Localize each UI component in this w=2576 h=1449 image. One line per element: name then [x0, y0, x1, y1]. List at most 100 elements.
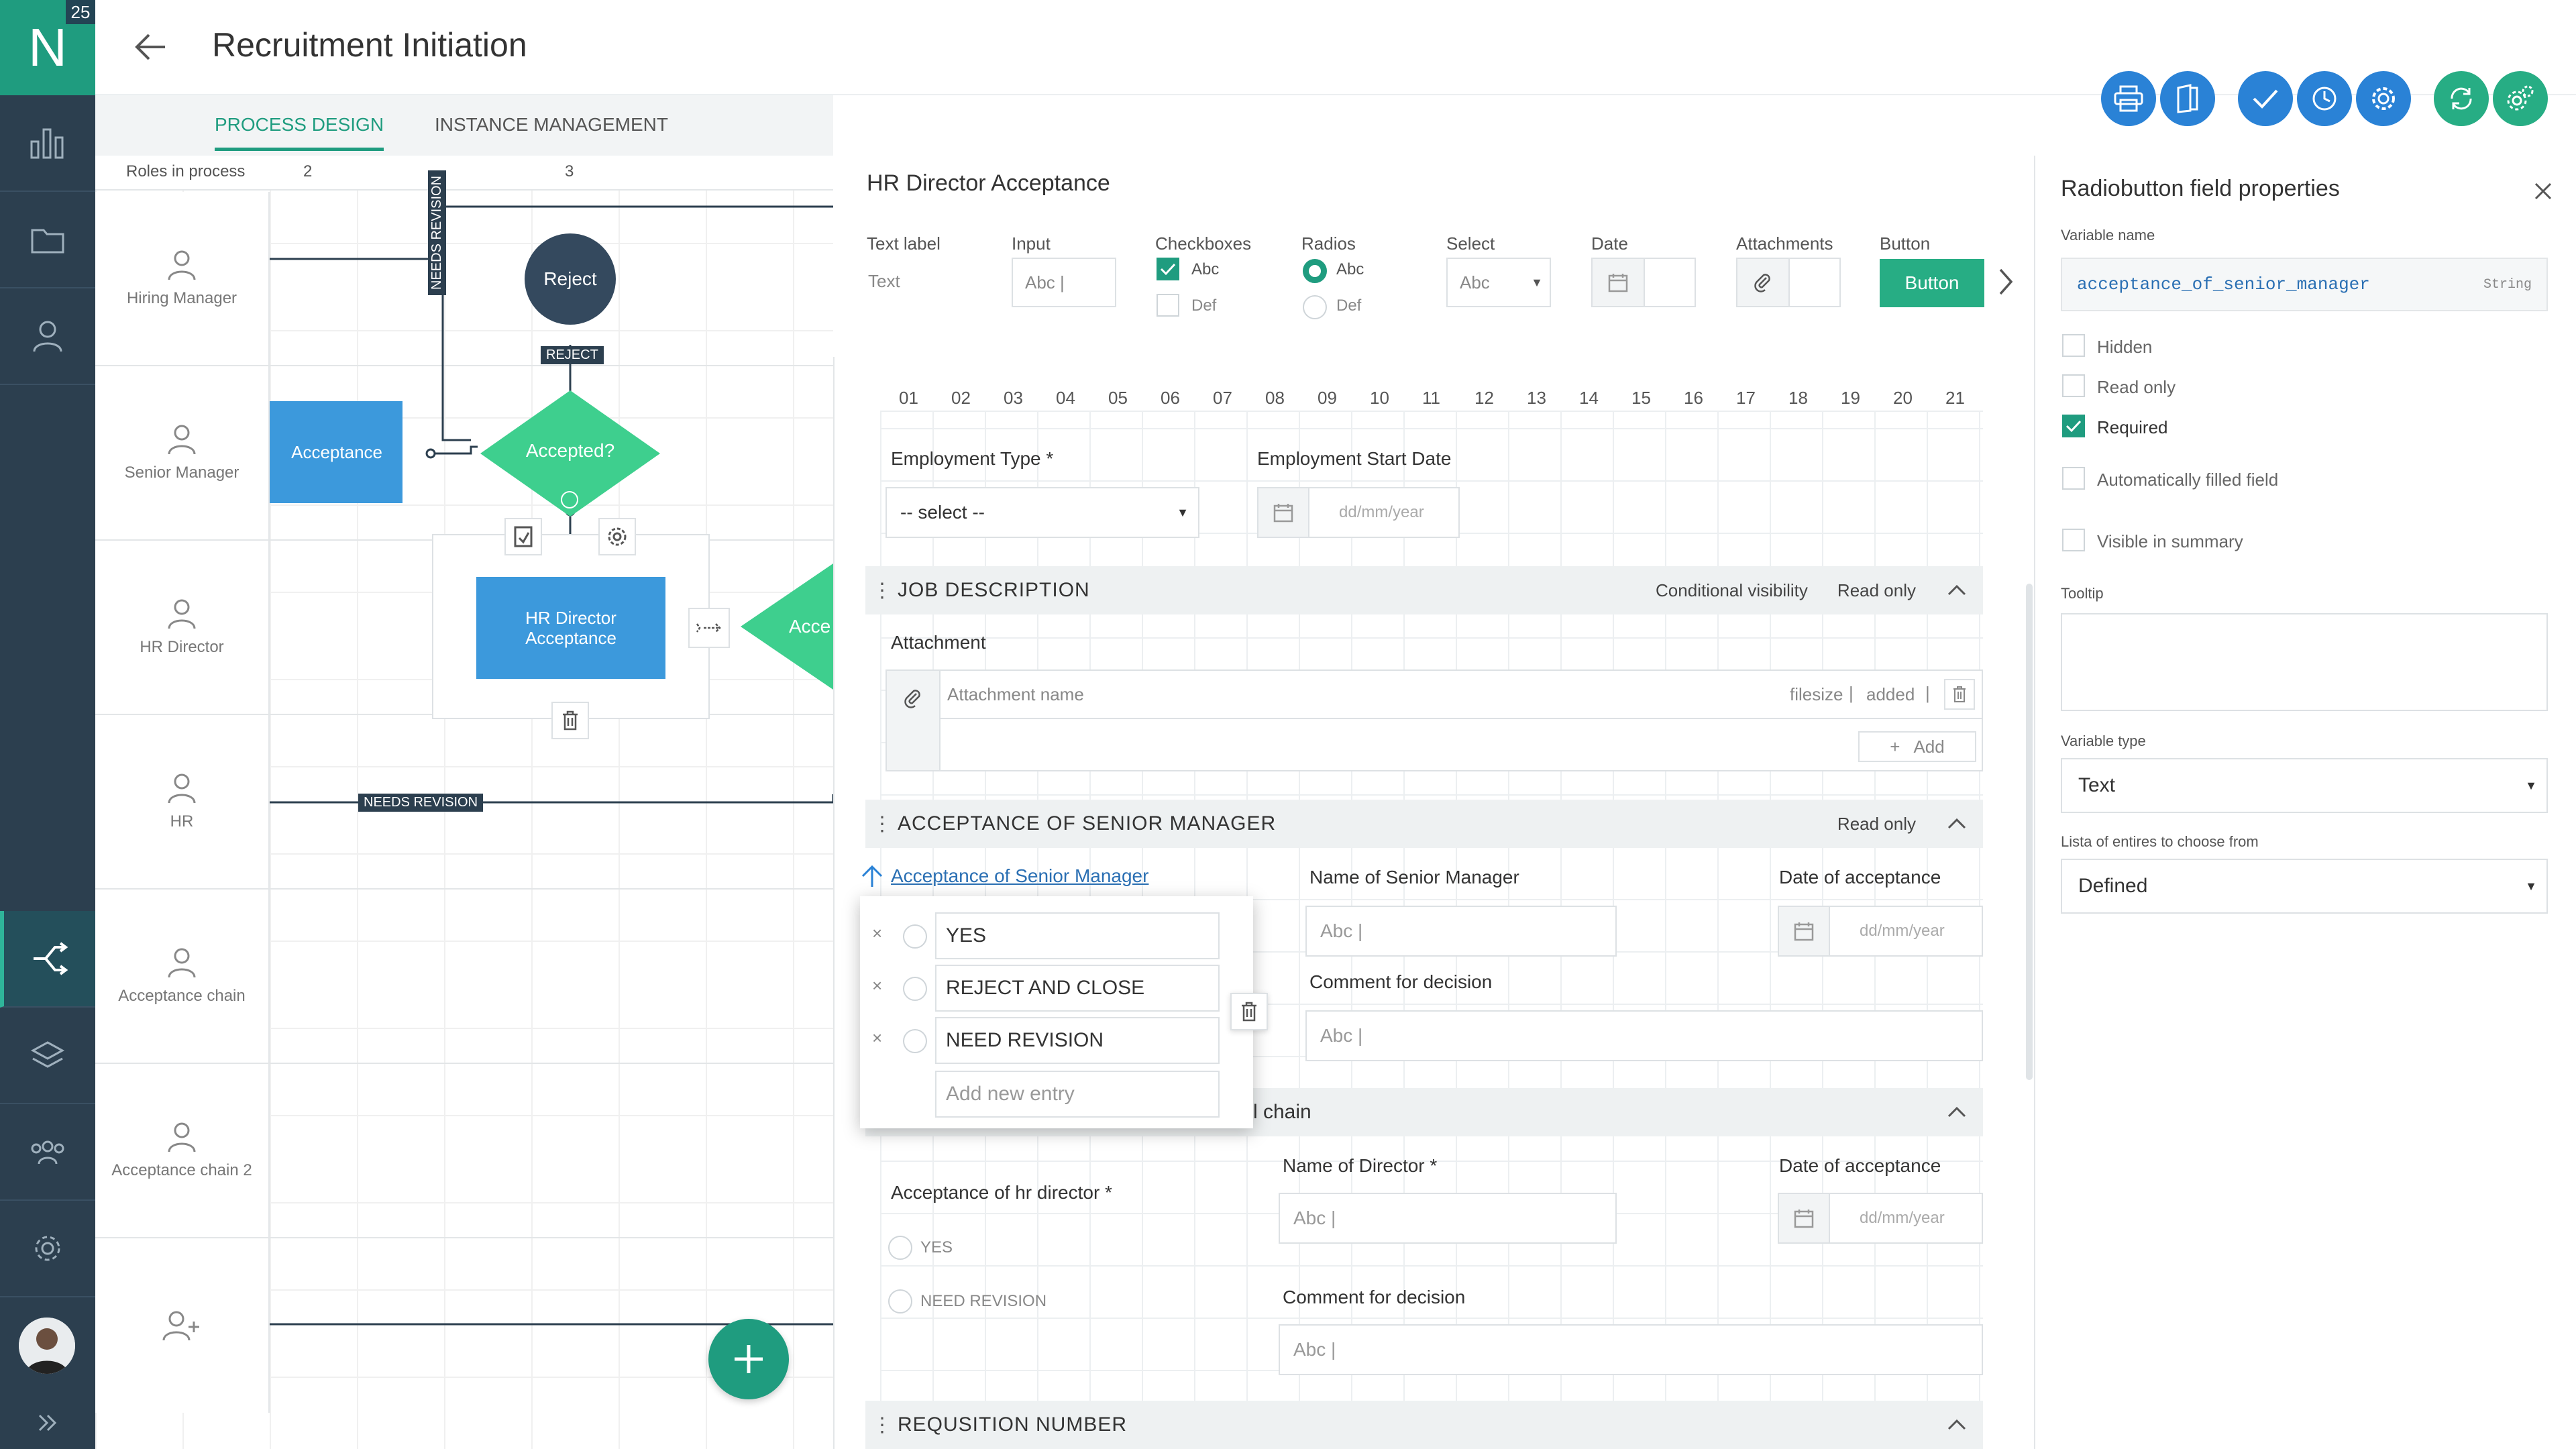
attachment-field[interactable]: Attachment name filesize | added | + Add	[885, 669, 1983, 771]
lane-hiring-manager[interactable]: Hiring Manager	[95, 192, 270, 366]
palette-button[interactable]: Button	[1880, 259, 1984, 307]
remove-option-yes[interactable]: ×	[872, 923, 882, 944]
section-job-description[interactable]: ⋮ JOB DESCRIPTION Conditional visibility…	[865, 566, 1983, 614]
field-anchor-icon[interactable]	[860, 864, 884, 888]
lane-hr[interactable]: HR	[95, 715, 270, 890]
collapse-button[interactable]	[1947, 818, 1967, 830]
drag-handle-icon[interactable]: ⋮	[872, 1413, 892, 1437]
nav-reports[interactable]	[0, 95, 95, 192]
form-scrollbar[interactable]	[2026, 584, 2033, 1080]
remove-option-reject[interactable]: ×	[872, 975, 882, 996]
add-lane-button[interactable]	[95, 1238, 270, 1413]
tooltip-textarea[interactable]	[2061, 613, 2548, 711]
history-button[interactable]	[2297, 71, 2352, 126]
option-radio[interactable]	[903, 1029, 927, 1053]
nav-expand[interactable]	[0, 1397, 95, 1449]
lane-acceptance-chain-2[interactable]: Acceptance chain 2	[95, 1064, 270, 1238]
required-checkbox[interactable]	[2062, 415, 2085, 437]
palette-text-label[interactable]: Text	[868, 271, 900, 292]
palette-date[interactable]	[1591, 258, 1696, 307]
document-button[interactable]	[2160, 71, 2215, 126]
acceptance-senior-field-label[interactable]: Acceptance of Senior Manager	[891, 865, 1148, 887]
nav-layers[interactable]	[0, 1008, 95, 1104]
palette-radio[interactable]	[1303, 295, 1327, 319]
validate-button[interactable]	[2238, 71, 2293, 126]
delete-node-button[interactable]	[551, 702, 589, 739]
lane-acceptance-chain[interactable]: Acceptance chain	[95, 890, 270, 1064]
back-button[interactable]	[134, 32, 168, 62]
reject-node[interactable]: Reject	[525, 233, 616, 325]
hr-director-acceptance-node[interactable]: HR Director Acceptance	[476, 577, 665, 679]
edit-form-button[interactable]	[504, 518, 542, 555]
column-number: 20	[1893, 388, 1913, 408]
add-new-entry-input[interactable]: Add new entry	[935, 1071, 1220, 1118]
node-settings-button[interactable]	[598, 518, 636, 555]
settings-button[interactable]	[2356, 71, 2411, 126]
tab-process-design[interactable]: PROCESS DESIGN	[215, 114, 384, 151]
process-settings-button[interactable]	[2493, 71, 2548, 126]
palette-radio-selected[interactable]	[1303, 259, 1327, 283]
collapse-button[interactable]	[1947, 1106, 1967, 1118]
drag-handle-icon[interactable]: ⋮	[872, 579, 892, 602]
sync-button[interactable]	[2434, 71, 2489, 126]
employment-type-select[interactable]: -- select -- ▼	[885, 487, 1199, 538]
collapse-button[interactable]	[1947, 584, 1967, 596]
option-revision-input[interactable]: NEED REVISION	[935, 1017, 1220, 1064]
option-radio[interactable]	[903, 924, 927, 949]
avatar[interactable]	[19, 1318, 75, 1374]
read-only-toggle[interactable]: Read only	[1837, 580, 1916, 601]
nav-groups[interactable]	[0, 1104, 95, 1201]
variable-name-input[interactable]: acceptance_of_senior_manager String	[2061, 258, 2548, 311]
option-yes-input[interactable]: YES	[935, 912, 1220, 959]
nav-process[interactable]	[0, 911, 95, 1008]
attachment-add-button[interactable]: + Add	[1858, 731, 1976, 762]
auto-filled-checkbox[interactable]	[2062, 467, 2085, 490]
attachment-delete-button[interactable]	[1944, 679, 1975, 710]
radio-need-revision[interactable]	[888, 1289, 912, 1313]
acceptance-node[interactable]: Acceptance	[270, 401, 402, 503]
tab-instance-management[interactable]: INSTANCE MANAGEMENT	[435, 114, 668, 136]
palette-checkbox[interactable]	[1157, 294, 1179, 317]
palette-attachments[interactable]	[1736, 258, 1841, 307]
read-only-checkbox[interactable]	[2062, 374, 2085, 397]
lane-hr-director[interactable]: HR Director	[95, 541, 270, 715]
collapse-button[interactable]	[1947, 1419, 1967, 1431]
gateway-close-icon[interactable]	[561, 491, 578, 508]
date-placeholder: dd/mm/year	[1860, 922, 1945, 940]
acceptance-hr-director-label: Acceptance of hr director *	[891, 1182, 1112, 1203]
section-acceptance-senior-manager[interactable]: ⋮ ACCEPTANCE OF SENIOR MANAGER Read only	[865, 800, 1983, 848]
variable-type-select[interactable]: Text ▼	[2061, 758, 2548, 813]
chain-date-input[interactable]: dd/mm/year	[1778, 1193, 1983, 1244]
connect-handle[interactable]	[688, 608, 730, 648]
director-name-input[interactable]: Abc |	[1279, 1193, 1617, 1244]
hidden-checkbox[interactable]	[2062, 334, 2085, 357]
close-properties-button[interactable]	[2533, 181, 2553, 201]
nav-users[interactable]	[0, 288, 95, 385]
name-senior-input[interactable]: Abc |	[1305, 906, 1617, 957]
comment-input[interactable]: Abc |	[1305, 1010, 1983, 1061]
palette-next-button[interactable]	[1996, 267, 2015, 297]
date-acceptance-input[interactable]: dd/mm/year	[1778, 906, 1983, 957]
chain-comment-input[interactable]: Abc |	[1279, 1324, 1983, 1375]
delete-field-button[interactable]	[1230, 993, 1268, 1030]
remove-option-revision[interactable]: ×	[872, 1028, 882, 1049]
employment-start-input[interactable]: dd/mm/year	[1257, 487, 1460, 538]
palette-checkbox-checked[interactable]	[1157, 258, 1179, 280]
add-element-fab[interactable]	[708, 1319, 789, 1399]
visible-summary-checkbox[interactable]	[2062, 529, 2085, 551]
entries-select[interactable]: Defined ▼	[2061, 859, 2548, 914]
nav-files[interactable]	[0, 192, 95, 288]
section-requisition-number[interactable]: ⋮ REQUSITION NUMBER	[865, 1401, 1983, 1449]
radio-yes[interactable]	[888, 1236, 912, 1260]
read-only-toggle[interactable]: Read only	[1837, 814, 1916, 835]
option-reject-input[interactable]: REJECT AND CLOSE	[935, 965, 1220, 1012]
option-radio[interactable]	[903, 977, 927, 1001]
nav-settings[interactable]	[0, 1201, 95, 1297]
drag-handle-icon[interactable]: ⋮	[872, 812, 892, 836]
lane-label: HR Director	[140, 638, 224, 656]
lane-senior-manager[interactable]: Senior Manager	[95, 366, 270, 541]
conditional-visibility-toggle[interactable]: Conditional visibility	[1656, 580, 1808, 601]
palette-input[interactable]: Abc |	[1012, 258, 1116, 307]
print-button[interactable]	[2101, 71, 2156, 126]
palette-select[interactable]: Abc ▼	[1446, 258, 1551, 307]
